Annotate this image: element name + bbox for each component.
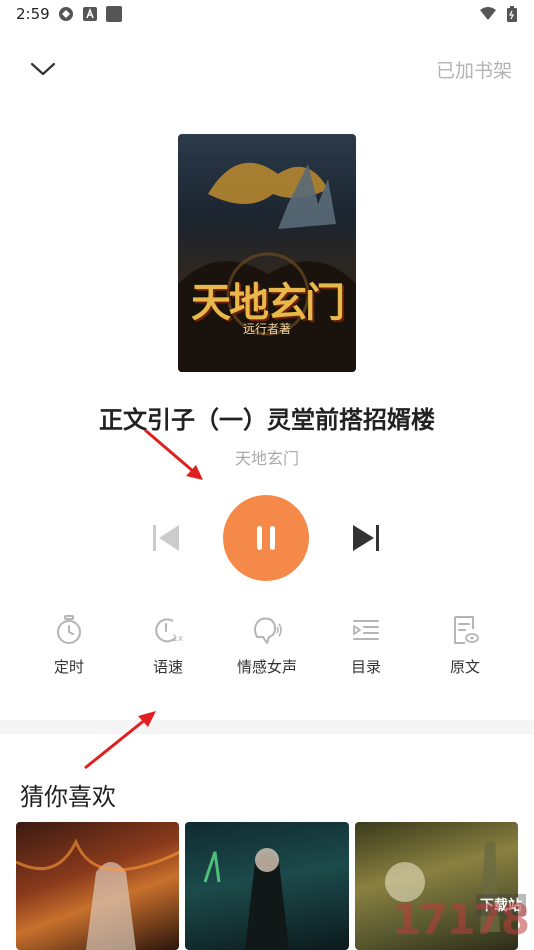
tool-label: 目录 — [350, 658, 381, 676]
tool-bar: 定时 1x 语速 情感女声 目录 原文 — [20, 614, 514, 684]
status-time: 2:59 — [16, 5, 50, 23]
pause-button[interactable] — [223, 495, 309, 581]
voice-icon — [251, 614, 283, 646]
app-notification-icon — [58, 6, 74, 22]
tool-catalog[interactable]: 目录 — [317, 614, 415, 684]
recommend-book-card[interactable] — [185, 822, 349, 950]
next-chapter-button[interactable] — [349, 520, 385, 556]
player-controls — [0, 494, 534, 582]
skip-next-icon — [353, 525, 379, 551]
pause-icon — [257, 526, 275, 550]
section-divider — [0, 720, 534, 734]
watermark: 17178 — [391, 895, 530, 944]
tool-label: 定时 — [53, 658, 84, 676]
tool-label: 情感女声 — [236, 658, 297, 676]
svg-text:1x: 1x — [172, 634, 183, 644]
battery-icon — [504, 6, 520, 22]
previous-chapter-button[interactable] — [147, 520, 183, 556]
speed-icon: 1x — [152, 614, 184, 646]
status-icons-left — [58, 6, 122, 22]
original-text-icon — [449, 614, 481, 646]
collapse-button[interactable] — [28, 54, 58, 84]
tool-speed[interactable]: 1x 语速 — [119, 614, 217, 684]
tool-voice[interactable]: 情感女声 — [218, 614, 316, 684]
book-name[interactable]: 天地玄门 — [0, 445, 534, 469]
tool-label: 原文 — [449, 658, 480, 676]
tool-original-text[interactable]: 原文 — [416, 614, 514, 684]
recommend-book-card[interactable] — [16, 822, 180, 950]
added-to-shelf-button[interactable]: 已加书架 — [436, 56, 512, 83]
tool-label: 语速 — [152, 658, 183, 676]
timer-icon — [53, 614, 85, 646]
tool-timer[interactable]: 定时 — [20, 614, 118, 684]
status-bar: 2:59 — [0, 0, 534, 30]
top-bar: 已加书架 — [0, 50, 534, 90]
recommend-cover-art — [16, 838, 180, 950]
chevron-down-icon — [30, 62, 56, 76]
status-icons-right — [480, 6, 520, 22]
app-a-icon — [82, 6, 98, 22]
catalog-icon — [350, 614, 382, 646]
app-square-icon — [106, 6, 122, 22]
recommend-title: 猜你喜欢 — [20, 783, 116, 811]
cover-author: 远行者著 — [242, 322, 291, 336]
skip-previous-icon — [153, 525, 179, 551]
chapter-title: 正文引子（一）灵堂前搭招婿楼 — [99, 406, 435, 434]
recommend-cover-art — [203, 848, 290, 950]
book-cover: 天地玄门 远行者著 — [178, 134, 356, 372]
wifi-icon — [480, 6, 496, 22]
